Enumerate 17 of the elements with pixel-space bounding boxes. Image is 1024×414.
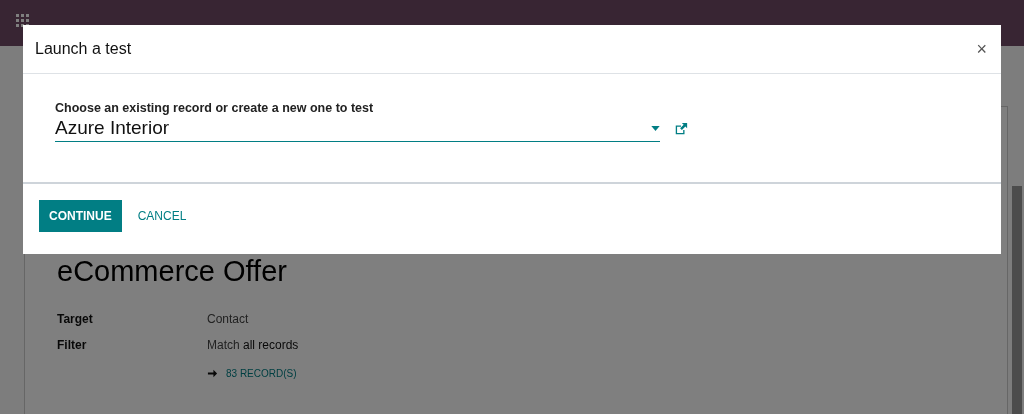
close-button[interactable]: × bbox=[972, 38, 991, 60]
cancel-button[interactable]: CANCEL bbox=[127, 200, 197, 232]
caret-icon[interactable] bbox=[651, 126, 660, 131]
dialog-title: Launch a test bbox=[35, 40, 132, 58]
records-link[interactable]: 83 RECORD(S) bbox=[226, 368, 297, 379]
field-label: Filter bbox=[57, 338, 88, 352]
external-link-icon[interactable] bbox=[674, 121, 688, 136]
field-value: Match all records bbox=[207, 338, 300, 352]
field-label: Choose an existing record or create a new one to test bbox=[55, 101, 375, 115]
arrow-right-icon bbox=[207, 368, 218, 379]
field-label: Target bbox=[57, 312, 94, 326]
continue-button[interactable]: CONTINUE bbox=[39, 200, 122, 232]
record-field[interactable]: Azure Interior bbox=[55, 115, 660, 142]
field-value: Contact bbox=[207, 312, 250, 326]
record-title: eCommerce Offer bbox=[57, 255, 288, 288]
scrollbar[interactable] bbox=[1012, 186, 1022, 414]
apps-grid-icon[interactable] bbox=[16, 14, 30, 28]
